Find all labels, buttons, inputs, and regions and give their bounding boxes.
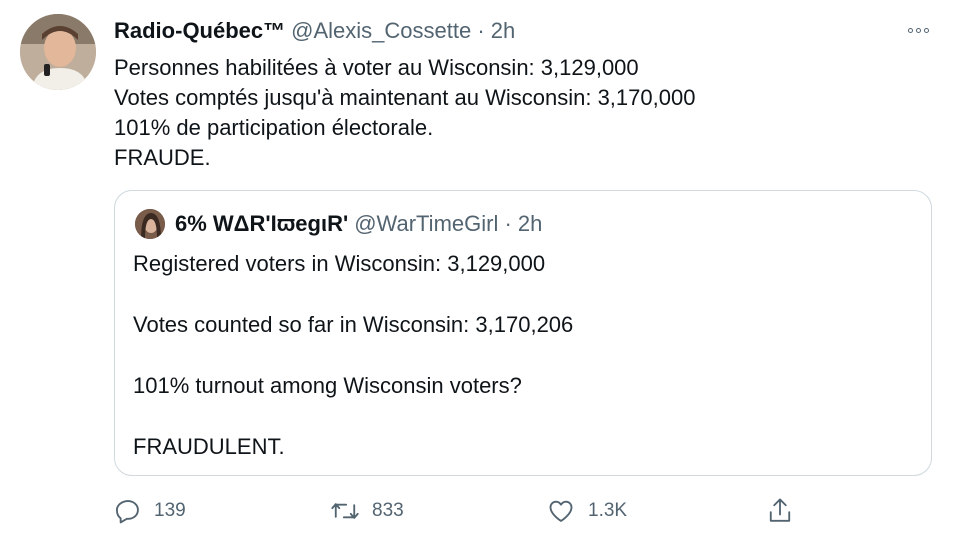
tweet-actions: 139 833 1.3K <box>114 494 834 528</box>
quoted-author-handle-time[interactable]: @WarTimeGirl · 2h <box>354 211 542 236</box>
quoted-tweet[interactable]: 6% WΔR'IϖegιR' @WarTimeGirl · 2h Register… <box>114 190 932 476</box>
more-horizontal-icon-dot <box>915 27 921 33</box>
retweet-icon <box>331 503 359 519</box>
quoted-author-avatar[interactable] <box>135 209 165 239</box>
quoted-text-line: FRAUDULENT. <box>133 434 285 459</box>
quoted-text-line: 101% turnout among Wisconsin voters? <box>133 373 522 398</box>
tweet-text-line: Votes comptés jusqu'à maintenant au Wisc… <box>114 85 696 110</box>
tweet-text: Personnes habilitées à voter au Wisconsi… <box>114 53 894 173</box>
quoted-text-line: Registered voters in Wisconsin: 3,129,00… <box>133 251 546 276</box>
author-avatar[interactable] <box>20 14 96 90</box>
author-name[interactable]: Radio-Québec™ <box>114 18 285 43</box>
tweet-text-line: Personnes habilitées à voter au Wisconsi… <box>114 55 639 80</box>
quoted-text-line: Votes counted so far in Wisconsin: 3,170… <box>133 312 574 337</box>
tweet-header: Radio-Québec™ @Alexis_Cossette · 2h <box>114 16 515 46</box>
reply-button[interactable]: 139 <box>114 494 186 528</box>
more-horizontal-icon-dot <box>923 27 929 33</box>
like-count: 1.3K <box>588 500 628 521</box>
quoted-tweet-header: 6% WΔR'IϖegιR' @WarTimeGirl · 2h <box>175 209 542 239</box>
reply-count: 139 <box>154 500 186 521</box>
share-button[interactable] <box>766 494 794 528</box>
tweet-text-line: 101% de participation électorale. <box>114 115 434 140</box>
tweet-text-line: FRAUDE. <box>114 145 211 170</box>
heart-icon <box>549 500 573 522</box>
like-button[interactable]: 1.3K <box>546 494 627 528</box>
author-handle-time[interactable]: @Alexis_Cossette · 2h <box>291 18 515 43</box>
retweet-count: 833 <box>372 500 404 521</box>
retweet-button[interactable]: 833 <box>330 494 404 528</box>
share-icon <box>769 498 791 522</box>
reply-icon <box>115 500 139 524</box>
quoted-author-avatar-image <box>135 209 165 239</box>
more-options-button[interactable] <box>898 18 938 42</box>
more-horizontal-icon <box>907 27 913 33</box>
quoted-author-name[interactable]: 6% WΔR'IϖegιR' <box>175 211 348 236</box>
author-avatar-image <box>20 14 96 90</box>
